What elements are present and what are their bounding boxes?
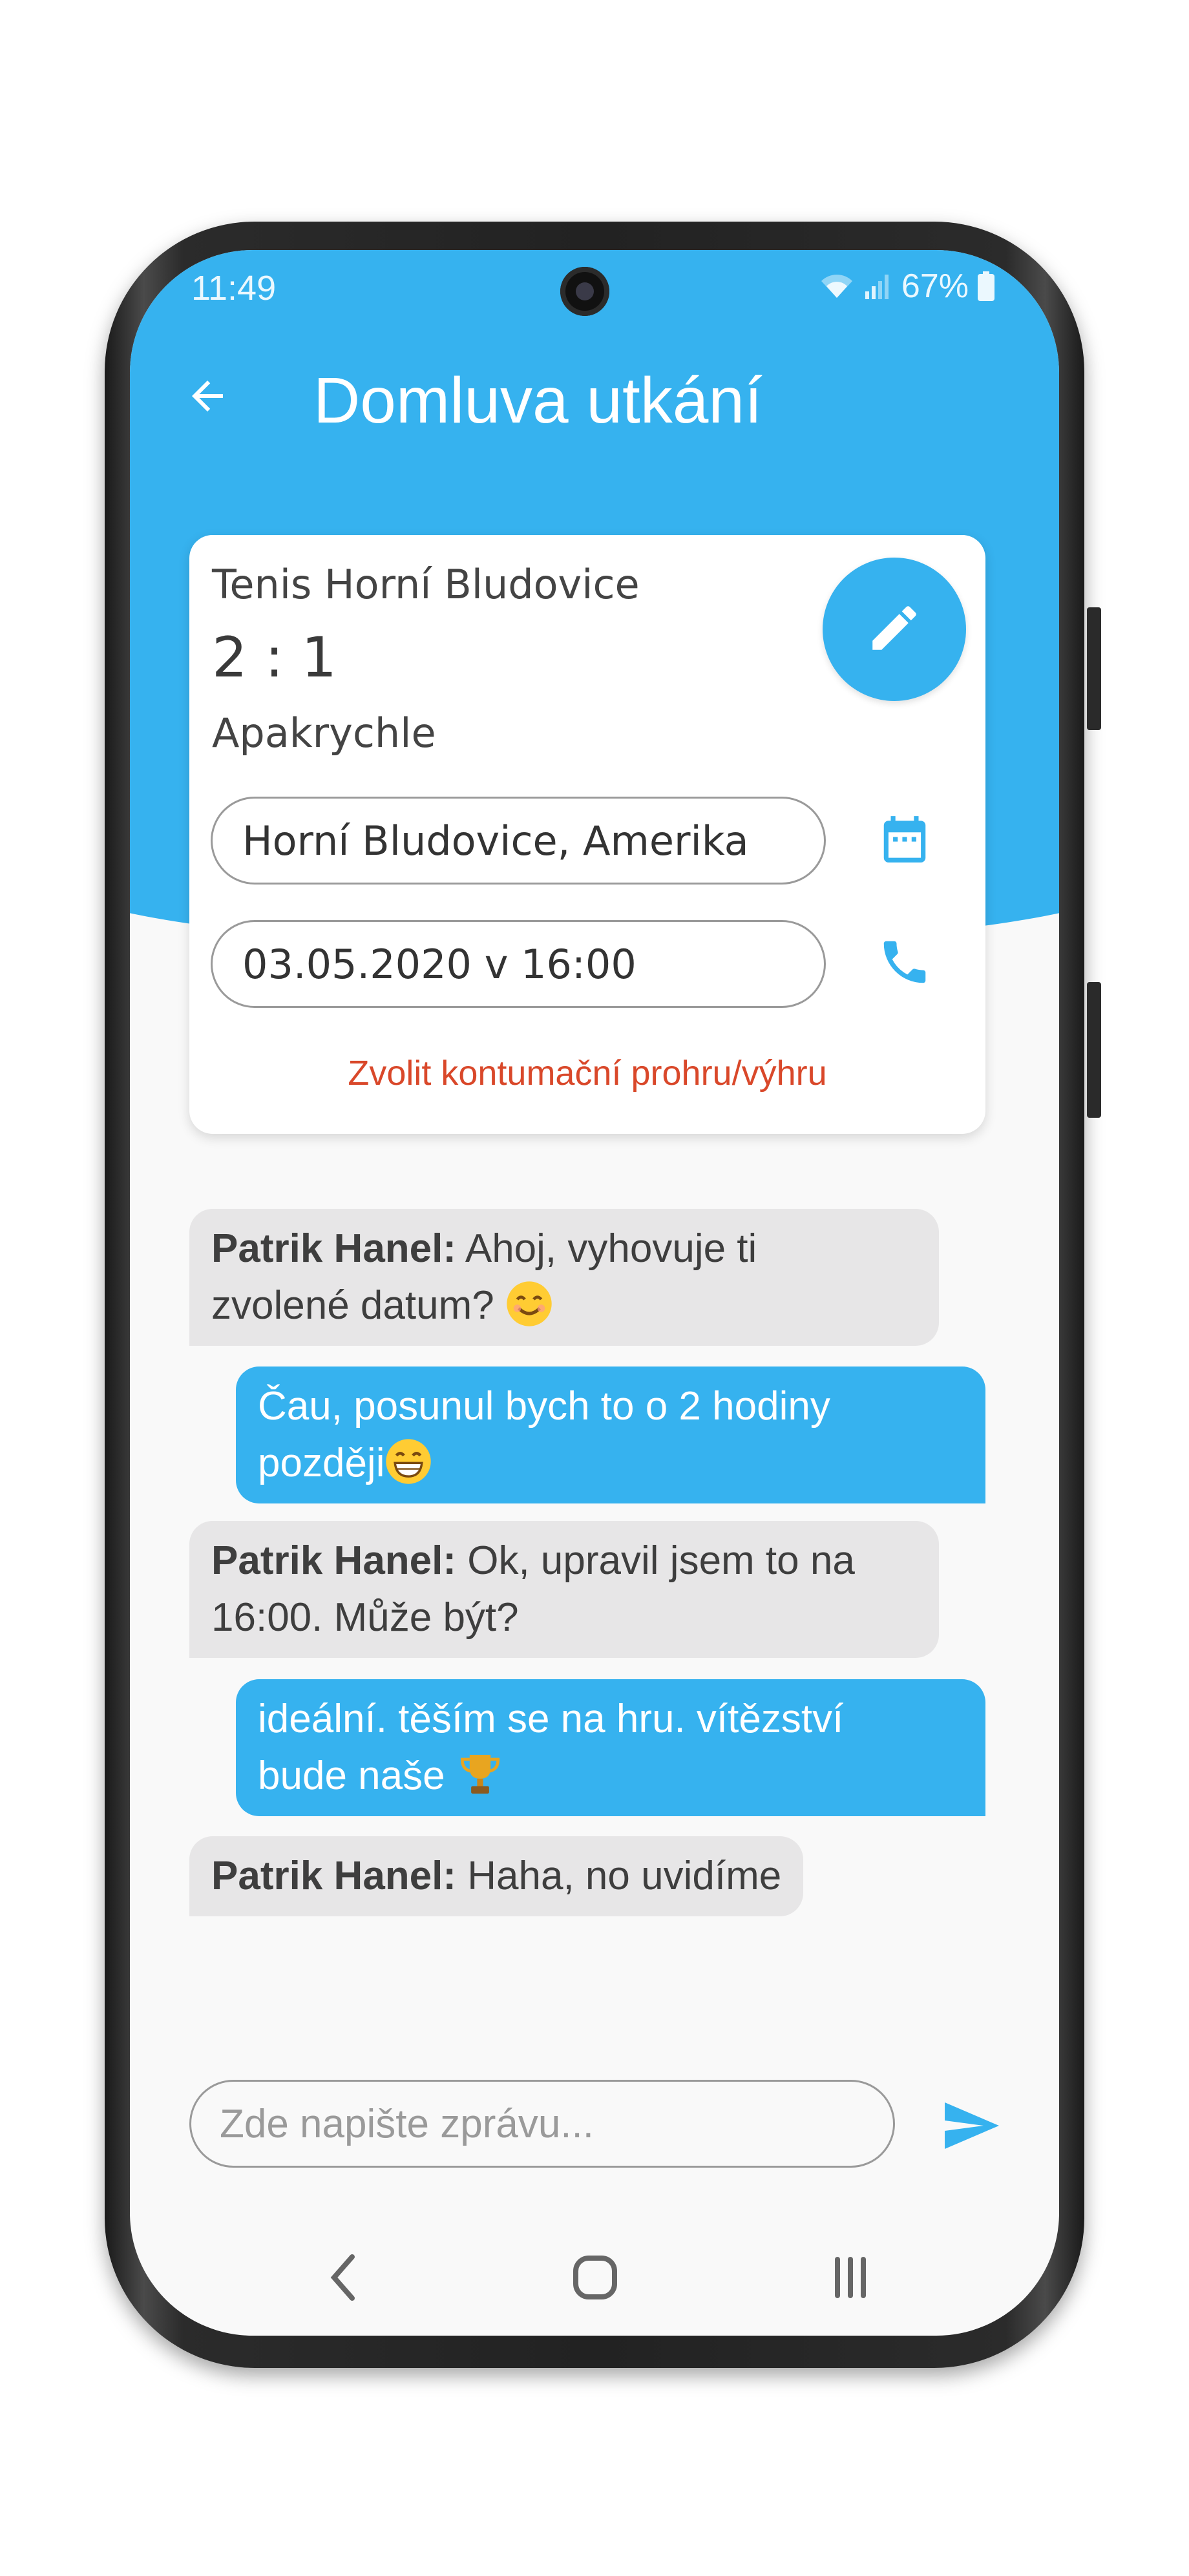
- status-icons: 67%: [819, 267, 994, 306]
- message-text: 16:00. Může být?: [211, 1595, 519, 1640]
- chevron-left-icon: [324, 2252, 363, 2306]
- match-card: Tenis Horní Bludovice 2 : 1 Apakrychle H…: [189, 535, 985, 1134]
- battery-icon: [978, 271, 994, 301]
- nav-recents-button[interactable]: [812, 2246, 889, 2311]
- chat-message-outgoing: Čau, posunul bych to o 2 hodiny později: [236, 1367, 985, 1503]
- system-nav-bar: [130, 2227, 1059, 2330]
- smiling-face-emoji: [505, 1280, 553, 1328]
- forfeit-link[interactable]: Zvolit kontumační prohru/výhru: [189, 1053, 985, 1093]
- message-author: Patrik Hanel:: [211, 1854, 457, 1898]
- calendar-icon: [877, 812, 932, 870]
- message-text: Haha, no uvidíme: [456, 1854, 782, 1898]
- recents-icon: [825, 2252, 876, 2306]
- message-text: ideální. těším se na hru. vítězství: [258, 1697, 844, 1741]
- phone-icon: [877, 934, 932, 992]
- place-field[interactable]: Horní Bludovice, Amerika: [211, 797, 826, 885]
- calendar-button[interactable]: [869, 805, 940, 876]
- trophy-emoji: [456, 1750, 504, 1798]
- home-team-name: Tenis Horní Bludovice: [212, 561, 640, 608]
- pencil-icon: [865, 599, 923, 660]
- message-author: Patrik Hanel:: [211, 1226, 457, 1271]
- message-text: Čau, posunul bych to o 2 hodiny: [258, 1384, 830, 1429]
- back-button[interactable]: [175, 365, 240, 430]
- send-icon: [940, 2095, 1002, 2159]
- datetime-field[interactable]: 03.05.2020 v 16:00: [211, 920, 826, 1008]
- battery-percent: 67%: [901, 267, 969, 305]
- message-input[interactable]: [189, 2080, 895, 2168]
- nav-home-button[interactable]: [556, 2246, 634, 2311]
- away-team-name: Apakrychle: [212, 709, 436, 757]
- chat-message-incoming: Patrik Hanel: Haha, no uvidíme: [189, 1836, 804, 1916]
- send-button[interactable]: [935, 2091, 1006, 2162]
- message-text: zvolené datum?: [211, 1283, 505, 1328]
- front-camera: [560, 267, 609, 316]
- message-text: později: [258, 1441, 385, 1485]
- call-button[interactable]: [869, 928, 940, 999]
- status-bar: 11:49 67%: [130, 250, 1059, 328]
- message-text: bude naše: [258, 1754, 456, 1798]
- message-author: Patrik Hanel:: [211, 1538, 457, 1583]
- chat-message-incoming: Patrik Hanel: Ok, upravil jsem to na 16:…: [189, 1521, 939, 1658]
- message-text: Ok, upravil jsem to na: [456, 1538, 855, 1583]
- grinning-face-emoji: [384, 1438, 432, 1485]
- home-square-icon: [569, 2252, 621, 2306]
- page-title: Domluva utkání: [313, 364, 763, 437]
- wifi-icon: [819, 272, 855, 300]
- chat-message-outgoing: ideální. těším se na hru. vítězství bude…: [236, 1679, 985, 1816]
- status-time: 11:49: [191, 269, 277, 308]
- power-button: [1087, 982, 1101, 1118]
- chat-message-incoming: Patrik Hanel: Ahoj, vyhovuje ti zvolené …: [189, 1209, 939, 1346]
- message-text: Ahoj, vyhovuje ti: [456, 1226, 757, 1271]
- phone-screen: 11:49 67% Domluva utkání Tenis Horní Blu…: [130, 250, 1059, 2336]
- place-value: Horní Bludovice, Amerika: [242, 817, 749, 864]
- match-score: 2 : 1: [212, 625, 337, 690]
- datetime-value: 03.05.2020 v 16:00: [242, 940, 637, 988]
- signal-icon: [864, 272, 892, 300]
- arrow-left-icon: [184, 373, 231, 422]
- nav-back-button[interactable]: [304, 2246, 382, 2311]
- volume-button: [1087, 607, 1101, 730]
- edit-match-button[interactable]: [823, 558, 966, 701]
